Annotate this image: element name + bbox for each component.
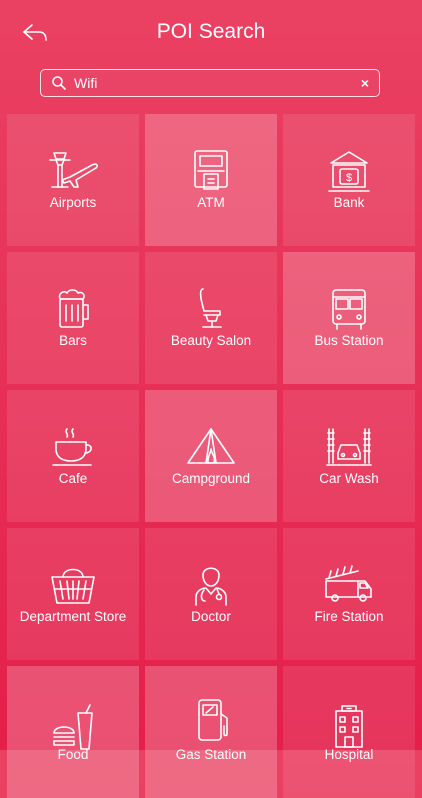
category-label: Gas Station <box>175 747 247 762</box>
category-tile-airports[interactable]: Airports <box>7 114 139 246</box>
category-label: Doctor <box>191 609 231 624</box>
header-bar: POI Search <box>0 0 422 64</box>
beer-mug-icon <box>58 289 89 328</box>
bus-icon <box>332 289 366 330</box>
search-input[interactable] <box>74 72 344 94</box>
category-tile-bars[interactable]: Bars <box>7 252 139 384</box>
fire-truck-icon <box>325 565 372 602</box>
clear-search-button[interactable]: × <box>361 74 369 92</box>
category-tile-fire-station[interactable]: Fire Station <box>283 528 415 660</box>
category-tile-campground[interactable]: Campground <box>145 390 277 522</box>
fast-food-icon <box>53 704 93 750</box>
doctor-icon <box>195 567 227 606</box>
page-title: POI Search <box>156 20 266 43</box>
category-tile-bus-station[interactable]: Bus Station <box>283 252 415 384</box>
category-label: Department Store <box>19 609 127 624</box>
category-tile-food[interactable]: Food <box>7 666 139 798</box>
category-label: Fire Station <box>314 609 384 624</box>
category-label: Bars <box>59 333 87 348</box>
category-grid: Airports ATM $ Bank Bars Beauty Salon Bu… <box>7 114 415 798</box>
atm-icon <box>194 150 228 190</box>
tent-icon <box>187 428 235 464</box>
search-bar: × <box>40 69 380 97</box>
category-tile-beauty-salon[interactable]: Beauty Salon <box>145 252 277 384</box>
category-label: Airports <box>49 195 97 210</box>
category-tile-cafe[interactable]: Cafe <box>7 390 139 522</box>
category-tile-doctor[interactable]: Doctor <box>145 528 277 660</box>
category-tile-atm[interactable]: ATM <box>145 114 277 246</box>
car-wash-icon <box>326 428 372 466</box>
category-tile-car-wash[interactable]: Car Wash <box>283 390 415 522</box>
bank-icon: $ <box>328 151 370 192</box>
category-label: Food <box>57 747 89 762</box>
category-label: Bank <box>333 195 365 210</box>
category-tile-department-store[interactable]: Department Store <box>7 528 139 660</box>
category-tile-gas-station[interactable]: Gas Station <box>145 666 277 798</box>
category-label: Car Wash <box>319 471 379 486</box>
hospital-icon <box>335 705 363 748</box>
category-label: Bus Station <box>314 333 384 348</box>
category-label: Beauty Salon <box>170 333 252 348</box>
category-tile-bank[interactable]: $ Bank <box>283 114 415 246</box>
salon-chair-icon <box>199 288 222 328</box>
search-icon <box>52 76 66 90</box>
svg-text:$: $ <box>346 172 352 184</box>
category-label: ATM <box>197 195 225 210</box>
category-label: Campground <box>171 471 251 486</box>
shopping-basket-icon <box>51 568 95 604</box>
airport-icon <box>49 152 98 188</box>
category-tile-hospital[interactable]: Hospital <box>283 666 415 798</box>
coffee-cup-icon <box>52 428 92 466</box>
gas-pump-icon <box>198 699 228 741</box>
category-label: Cafe <box>58 471 88 486</box>
category-label: Hospital <box>324 747 374 762</box>
